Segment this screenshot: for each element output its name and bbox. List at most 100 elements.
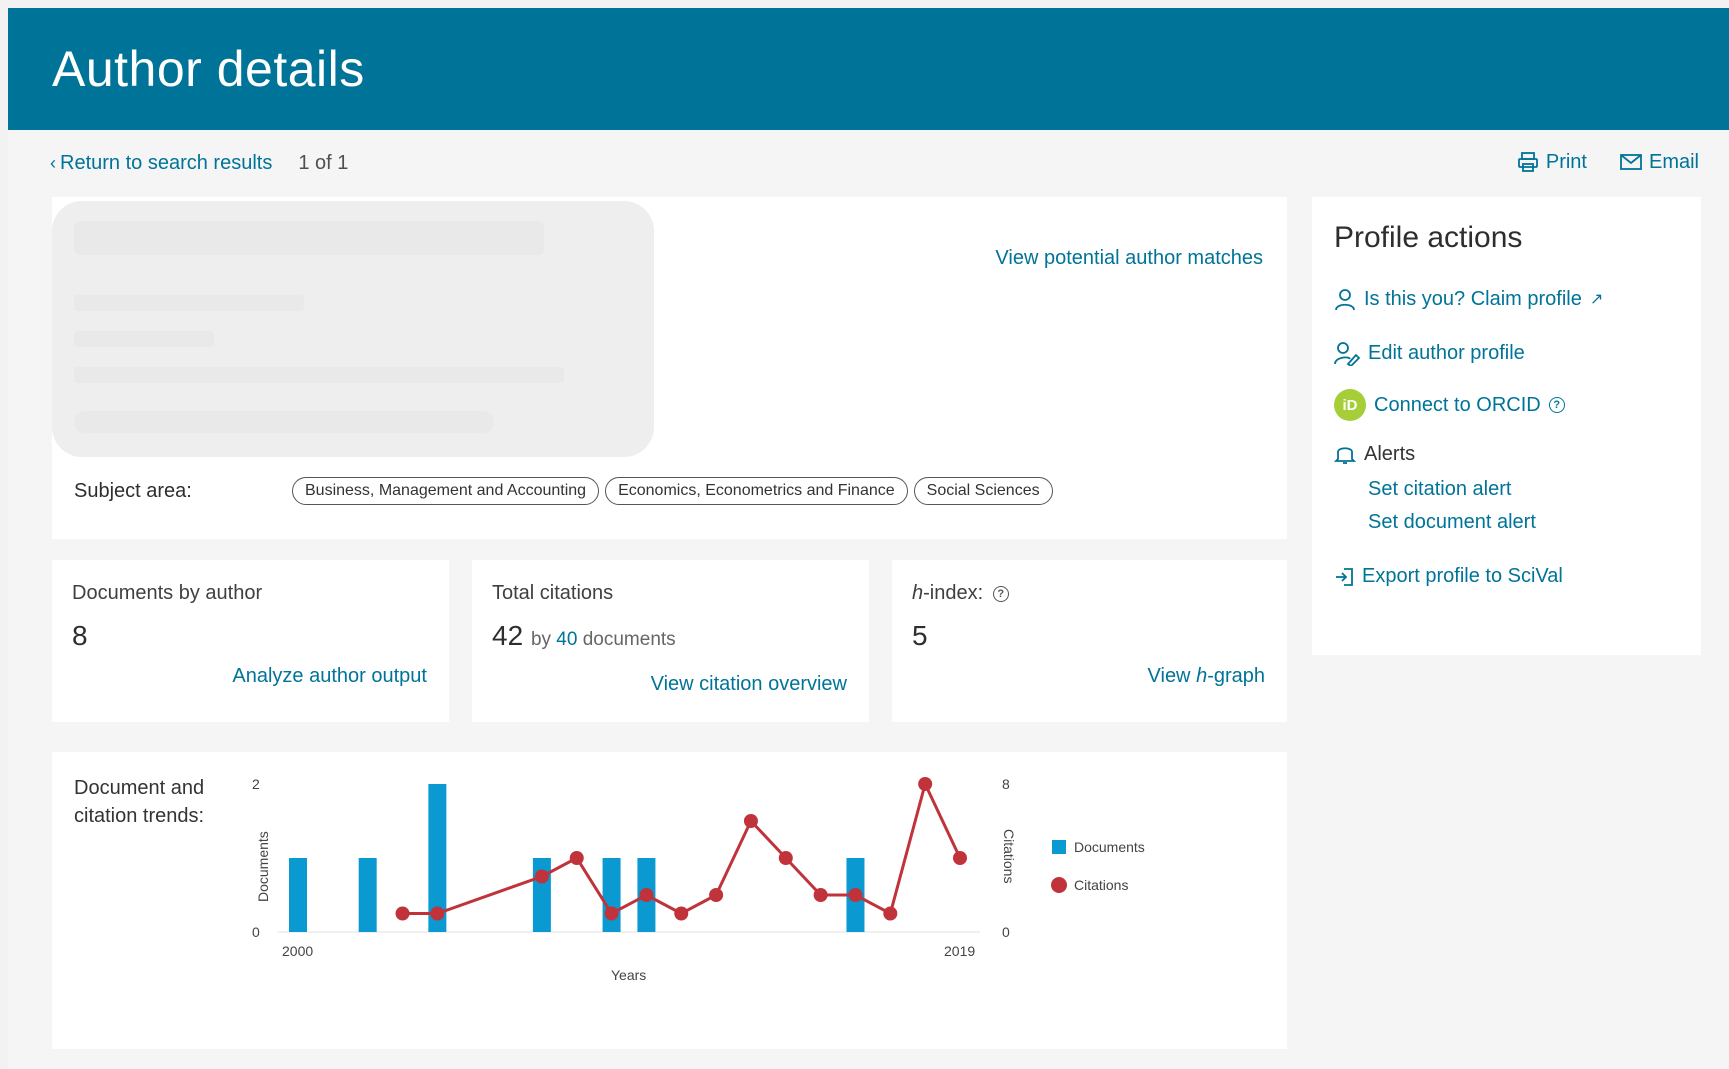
y-right-axis-title: Citations: [1001, 829, 1017, 883]
citations-point[interactable]: [674, 906, 689, 921]
citations-point[interactable]: [639, 888, 654, 902]
connect-orcid-label: Connect to ORCID: [1374, 393, 1541, 416]
citations-point[interactable]: [848, 888, 863, 902]
citations-point[interactable]: [534, 869, 549, 884]
citations-line: [402, 779, 962, 916]
citations-point[interactable]: [395, 906, 410, 921]
author-card: View potential author matches Subject ar…: [52, 197, 1287, 539]
citations-point[interactable]: [883, 906, 898, 921]
documents-bar[interactable]: [358, 858, 377, 932]
y-left-axis-title: Documents: [255, 831, 271, 902]
documents-label: Documents by author: [72, 582, 263, 604]
view-potential-matches-link[interactable]: View potential author matches: [995, 247, 1263, 270]
alerts-section: Alerts: [1334, 442, 1415, 466]
redacted-block: [74, 367, 564, 383]
claim-profile-label: Is this you? Claim profile: [1364, 287, 1582, 310]
subject-chips: Business, Management and Accounting Econ…: [292, 477, 1053, 505]
citations-point[interactable]: [430, 906, 445, 921]
y-right-tick-label: 8: [1002, 776, 1010, 792]
bell-icon: [1334, 447, 1356, 464]
subject-area-label: Subject area:: [74, 479, 192, 502]
subject-chip[interactable]: Business, Management and Accounting: [292, 477, 600, 505]
hindex-value: 5: [912, 620, 928, 651]
redacted-block: [74, 221, 544, 255]
hindex-label-h: h: [912, 582, 924, 604]
documents-bar[interactable]: [289, 858, 307, 932]
back-link[interactable]: ‹ Return to search results: [50, 152, 272, 175]
citations-label: Total citations: [492, 582, 614, 604]
legend-documents-label: Documents: [1074, 839, 1145, 855]
x-tick-label: 2000: [282, 943, 313, 959]
profile-actions-card: Profile actions Is this you? Claim profi…: [1312, 197, 1701, 655]
user-icon: [1335, 289, 1355, 311]
print-button[interactable]: Print: [1516, 150, 1587, 174]
documents-bar[interactable]: [602, 858, 621, 932]
hindex-metric-card: h-index: ? 5 View h-graph: [892, 560, 1287, 722]
hgraph-post: -graph: [1207, 665, 1265, 687]
citations-point[interactable]: [918, 777, 933, 791]
citations-value: 42: [492, 620, 524, 651]
claim-profile-action[interactable]: Is this you? Claim profile ↗: [1334, 287, 1603, 311]
documents-value: 8: [72, 620, 88, 651]
subject-area-row: Subject area: Business, Management and A…: [74, 477, 1053, 505]
toolbar: Print Email: [1516, 150, 1699, 174]
redacted-block: [74, 331, 214, 347]
citations-point[interactable]: [778, 851, 793, 865]
citations-point[interactable]: [953, 851, 967, 865]
subject-chip[interactable]: Economics, Econometrics and Finance: [605, 477, 908, 505]
connect-orcid-action[interactable]: iD Connect to ORCID ?: [1334, 389, 1565, 421]
set-citation-alert-link[interactable]: Set citation alert: [1368, 478, 1511, 501]
citations-by-word: by: [530, 629, 552, 650]
edit-user-icon: [1334, 342, 1360, 366]
hindex-label-rest: -index:: [923, 582, 984, 604]
citing-docs-count-link[interactable]: 40: [556, 629, 577, 650]
view-hgraph-link[interactable]: View h-graph: [1148, 665, 1265, 688]
citations-metric-card: Total citations 42 by 40 documents View …: [472, 560, 869, 722]
redacted-block: [74, 295, 304, 311]
export-scival-action[interactable]: Export profile to SciVal: [1334, 565, 1563, 588]
view-citation-overview-link[interactable]: View citation overview: [651, 673, 847, 696]
legend-documents-swatch: [1052, 840, 1066, 854]
help-icon[interactable]: ?: [1548, 397, 1565, 413]
y-left-tick-label: 2: [252, 776, 260, 792]
email-button[interactable]: Email: [1619, 150, 1699, 174]
y-right-tick-label: 0: [1002, 924, 1010, 940]
email-icon: [1620, 154, 1642, 170]
analyze-output-link[interactable]: Analyze author output: [232, 665, 427, 688]
result-count: 1 of 1: [298, 152, 349, 174]
page-header: Author details: [8, 8, 1729, 130]
hgraph-pre: View: [1147, 665, 1197, 687]
chevron-left-icon: ‹: [50, 153, 56, 173]
redacted-author-info: [52, 201, 654, 457]
edit-profile-label: Edit author profile: [1368, 341, 1525, 364]
profile-actions-title: Profile actions: [1334, 221, 1523, 254]
citations-point[interactable]: [604, 906, 619, 921]
citations-point[interactable]: [709, 888, 724, 902]
citations-by-text: by 40 documents: [531, 629, 676, 650]
citing-docs-word: documents: [582, 629, 676, 650]
y-left-tick-label: 0: [252, 924, 260, 940]
page-title: Author details: [52, 41, 365, 97]
edit-profile-action[interactable]: Edit author profile: [1334, 340, 1525, 366]
export-icon: [1336, 567, 1353, 586]
trend-card: Document and citation trends: 2 0 8 0 2000 20…: [52, 752, 1287, 1049]
subject-chip[interactable]: Social Sciences: [913, 477, 1053, 505]
citations-point[interactable]: [813, 888, 828, 902]
hgraph-h: h: [1196, 665, 1208, 687]
redacted-block: [74, 411, 494, 433]
orcid-icon: iD: [1334, 389, 1366, 421]
documents-metric-card: Documents by author 8 Analyze author out…: [52, 560, 449, 722]
alerts-label: Alerts: [1364, 442, 1416, 465]
set-document-alert-link[interactable]: Set document alert: [1368, 511, 1536, 534]
back-link-label: Return to search results: [60, 152, 273, 174]
citations-point[interactable]: [569, 851, 584, 865]
export-scival-label: Export profile to SciVal: [1362, 565, 1563, 587]
x-axis-title: Years: [611, 967, 646, 983]
documents-bar[interactable]: [532, 858, 551, 932]
help-icon[interactable]: ?: [992, 585, 1009, 602]
citations-point[interactable]: [743, 814, 758, 828]
x-tick-label: 2019: [944, 943, 975, 959]
citations-value-row: 42 by 40 documents: [492, 620, 676, 652]
legend-citations-label: Citations: [1074, 877, 1128, 893]
print-label: Print: [1545, 150, 1587, 173]
